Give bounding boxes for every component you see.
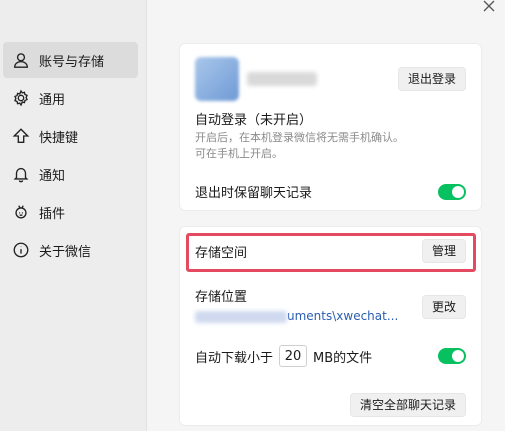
sidebar-item-account-storage[interactable]: 账号与存储 [3, 42, 138, 78]
auto-download-toggle[interactable] [438, 348, 466, 364]
user-icon [11, 50, 31, 70]
sidebar-item-label: 账号与存储 [39, 54, 105, 70]
auto-download-prefix: 自动下载小于 [195, 350, 274, 366]
keep-history-row: 退出时保留聊天记录 [195, 182, 466, 201]
auto-login-section: 自动登录（未开启） 开启后，在本机登录微信将无需手机确认。 可在手机上开启。 [195, 112, 466, 162]
sidebar-item-label: 通知 [39, 168, 66, 184]
sidebar-item-label: 插件 [39, 206, 66, 222]
sidebar-item-about[interactable]: 关于微信 [3, 232, 138, 268]
auto-login-title: 自动登录（未开启） [195, 113, 313, 128]
sidebar: 账号与存储 通用 快捷键 通知 插件 关于微信 [0, 0, 147, 431]
gear-icon [11, 88, 31, 108]
sidebar-item-shortcuts[interactable]: 快捷键 [3, 118, 138, 154]
auto-download-size-input[interactable]: 20 [279, 345, 308, 367]
plugin-icon [11, 202, 31, 222]
keep-history-toggle[interactable] [438, 183, 466, 200]
logout-button[interactable]: 退出登录 [397, 67, 466, 91]
sidebar-item-notifications[interactable]: 通知 [3, 156, 138, 192]
sidebar-item-label: 通用 [39, 92, 66, 108]
clear-history-row: 清空全部聊天记录 [195, 393, 466, 417]
sidebar-item-plugins[interactable]: 插件 [3, 194, 138, 230]
sidebar-item-label: 快捷键 [39, 130, 79, 146]
arrow-up-icon [11, 126, 31, 146]
auto-login-desc: 开启后，在本机登录微信将无需手机确认。 [195, 131, 404, 144]
auto-login-desc: 可在手机上开启。 [195, 147, 283, 160]
account-card: 退出登录 自动登录（未开启） 开启后，在本机登录微信将无需手机确认。 可在手机上… [179, 43, 482, 211]
account-name-blurred [247, 72, 317, 86]
storage-location-row: 存储位置 uments\xwechat... 更改 [195, 289, 466, 324]
sidebar-item-label: 关于微信 [39, 244, 92, 260]
highlight-box [186, 233, 476, 272]
close-icon[interactable] [483, 0, 497, 14]
info-icon [11, 240, 31, 260]
storage-path-blurred [195, 310, 287, 323]
account-row: 退出登录 [195, 57, 466, 101]
avatar [195, 57, 239, 101]
auto-download-row: 自动下载小于 20 MB的文件 [195, 345, 466, 367]
clear-history-button[interactable]: 清空全部聊天记录 [349, 393, 466, 417]
storage-location-label: 存储位置 [195, 290, 248, 305]
auto-download-suffix: MB的文件 [313, 350, 373, 366]
bell-icon [11, 164, 31, 184]
settings-content: 退出登录 自动登录（未开启） 开启后，在本机登录微信将无需手机确认。 可在手机上… [148, 0, 505, 431]
keep-history-label: 退出时保留聊天记录 [195, 186, 313, 201]
sidebar-item-general[interactable]: 通用 [3, 80, 138, 116]
storage-path[interactable]: uments\xwechat... [287, 309, 398, 323]
change-location-button[interactable]: 更改 [421, 295, 466, 319]
